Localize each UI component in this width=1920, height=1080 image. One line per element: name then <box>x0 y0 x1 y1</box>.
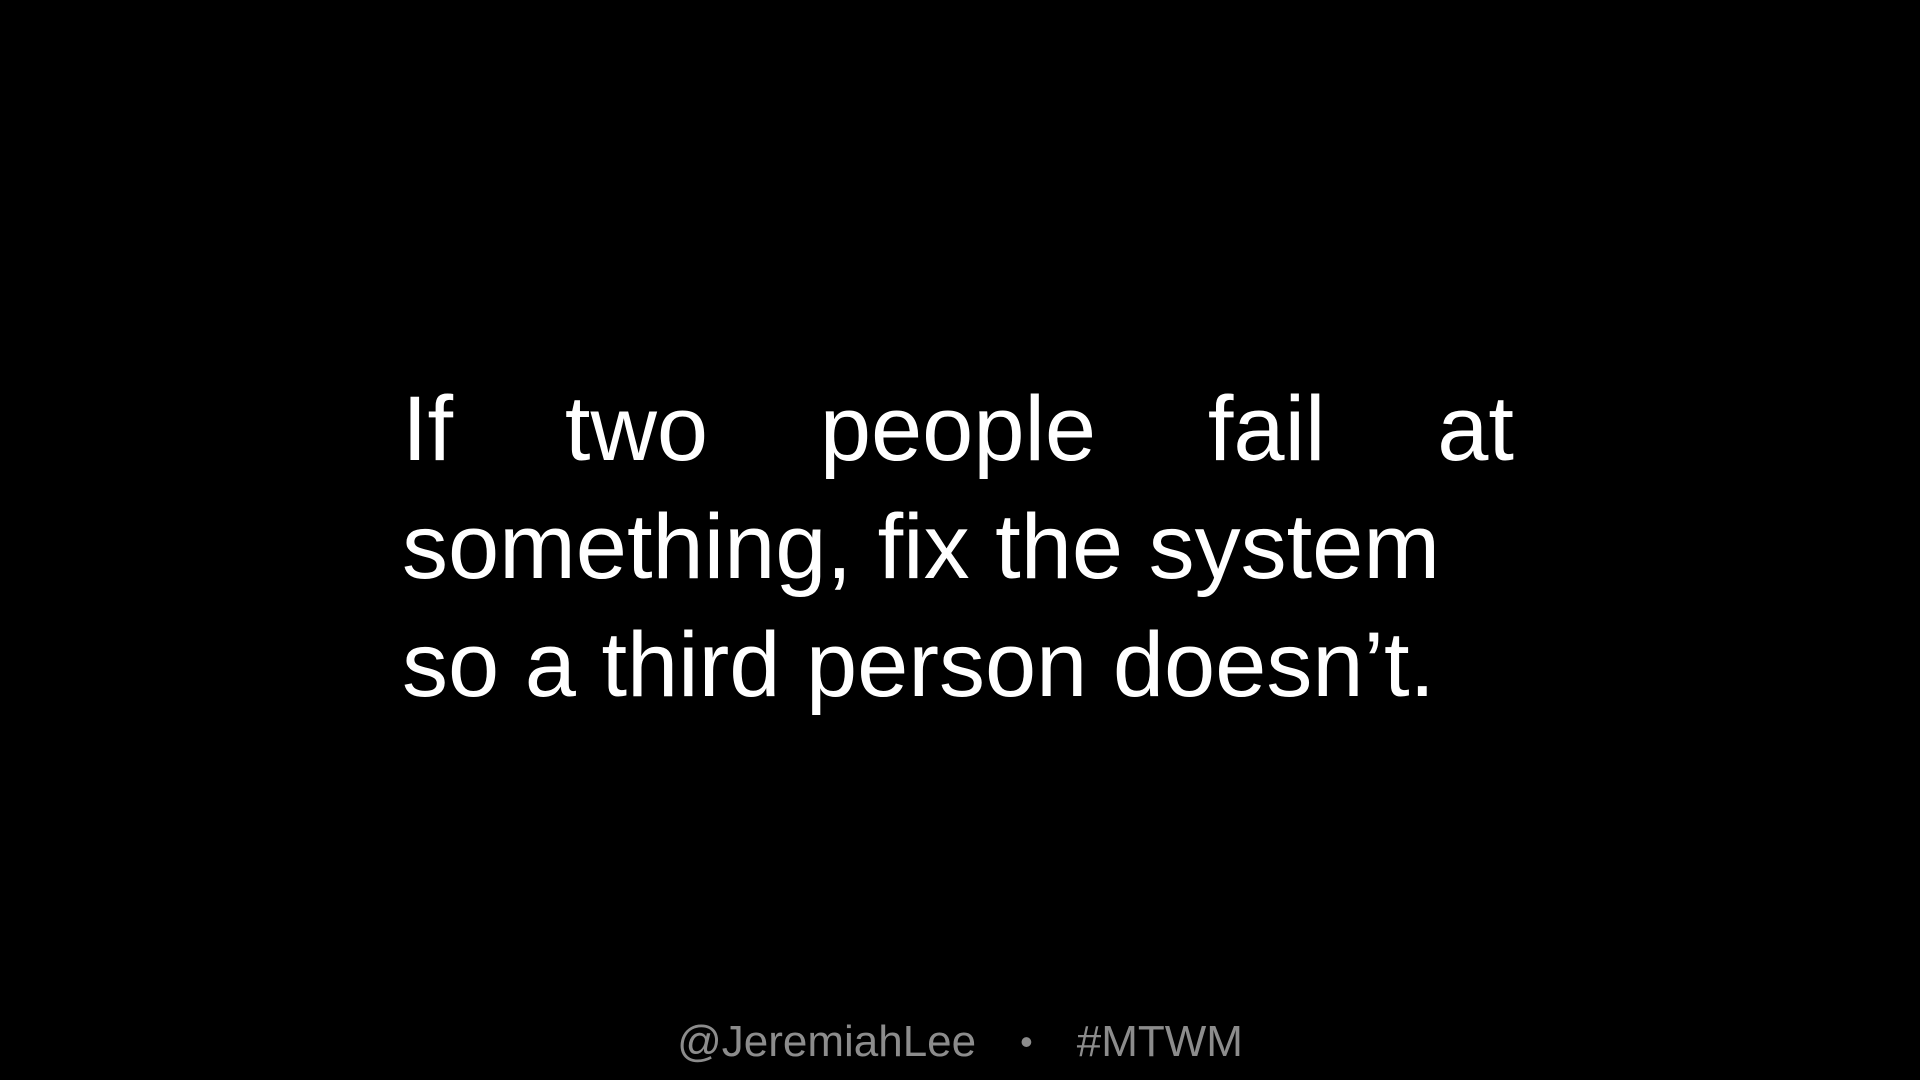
quote-word: two <box>564 378 709 480</box>
footer-separator: • <box>1020 1021 1033 1062</box>
quote-word: at <box>1437 378 1514 480</box>
slide: If two people fail at something, fix the… <box>0 0 1920 1080</box>
quote-text: If two people fail at something, fix the… <box>402 370 1514 724</box>
quote-word: fail <box>1207 378 1326 480</box>
footer: @JeremiahLee • #MTWM <box>0 1012 1920 1072</box>
quote-word: people <box>819 378 1097 480</box>
quote-line-3: so a third person doesn’t. <box>402 614 1436 716</box>
twitter-handle: @JeremiahLee <box>677 1017 977 1066</box>
quote-word: If <box>402 378 454 480</box>
quote-line-1: If two people fail at <box>402 370 1514 488</box>
quote-line-2: something, fix the system <box>402 496 1440 598</box>
hashtag: #MTWM <box>1076 1017 1243 1066</box>
